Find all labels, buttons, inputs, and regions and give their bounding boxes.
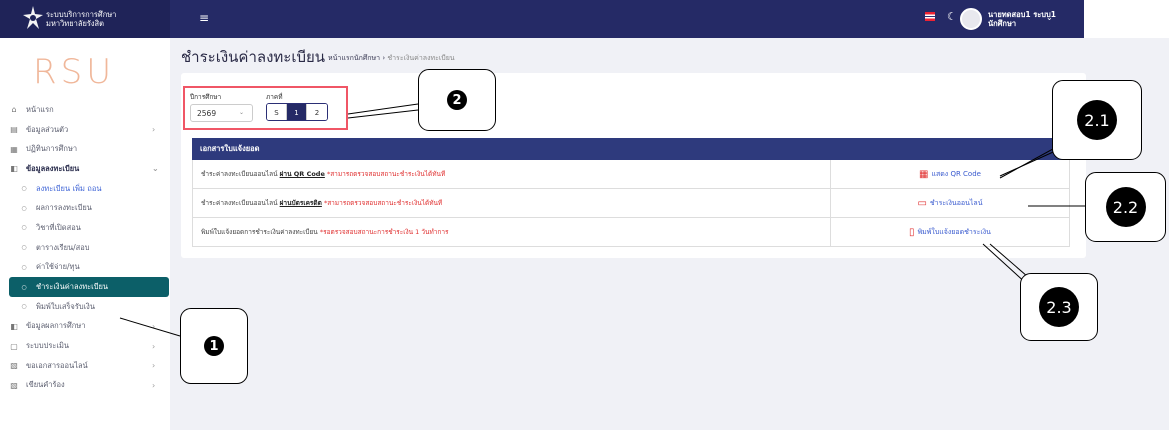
- callout-number: 2.2: [1105, 187, 1146, 227]
- callout-number: 2.1: [1077, 100, 1117, 140]
- callout-number: 1: [204, 336, 224, 356]
- callout-2-2: 2.2: [1085, 172, 1166, 242]
- callout-2: 2: [418, 69, 496, 131]
- callout-number: 2: [447, 90, 467, 110]
- callout-1: 1: [180, 308, 248, 384]
- callout-2-3: 2.3: [1020, 273, 1098, 341]
- callout-2-1: 2.1: [1052, 80, 1142, 160]
- callout-pointers: [119, 103, 1085, 337]
- callout-number: 2.3: [1039, 287, 1079, 327]
